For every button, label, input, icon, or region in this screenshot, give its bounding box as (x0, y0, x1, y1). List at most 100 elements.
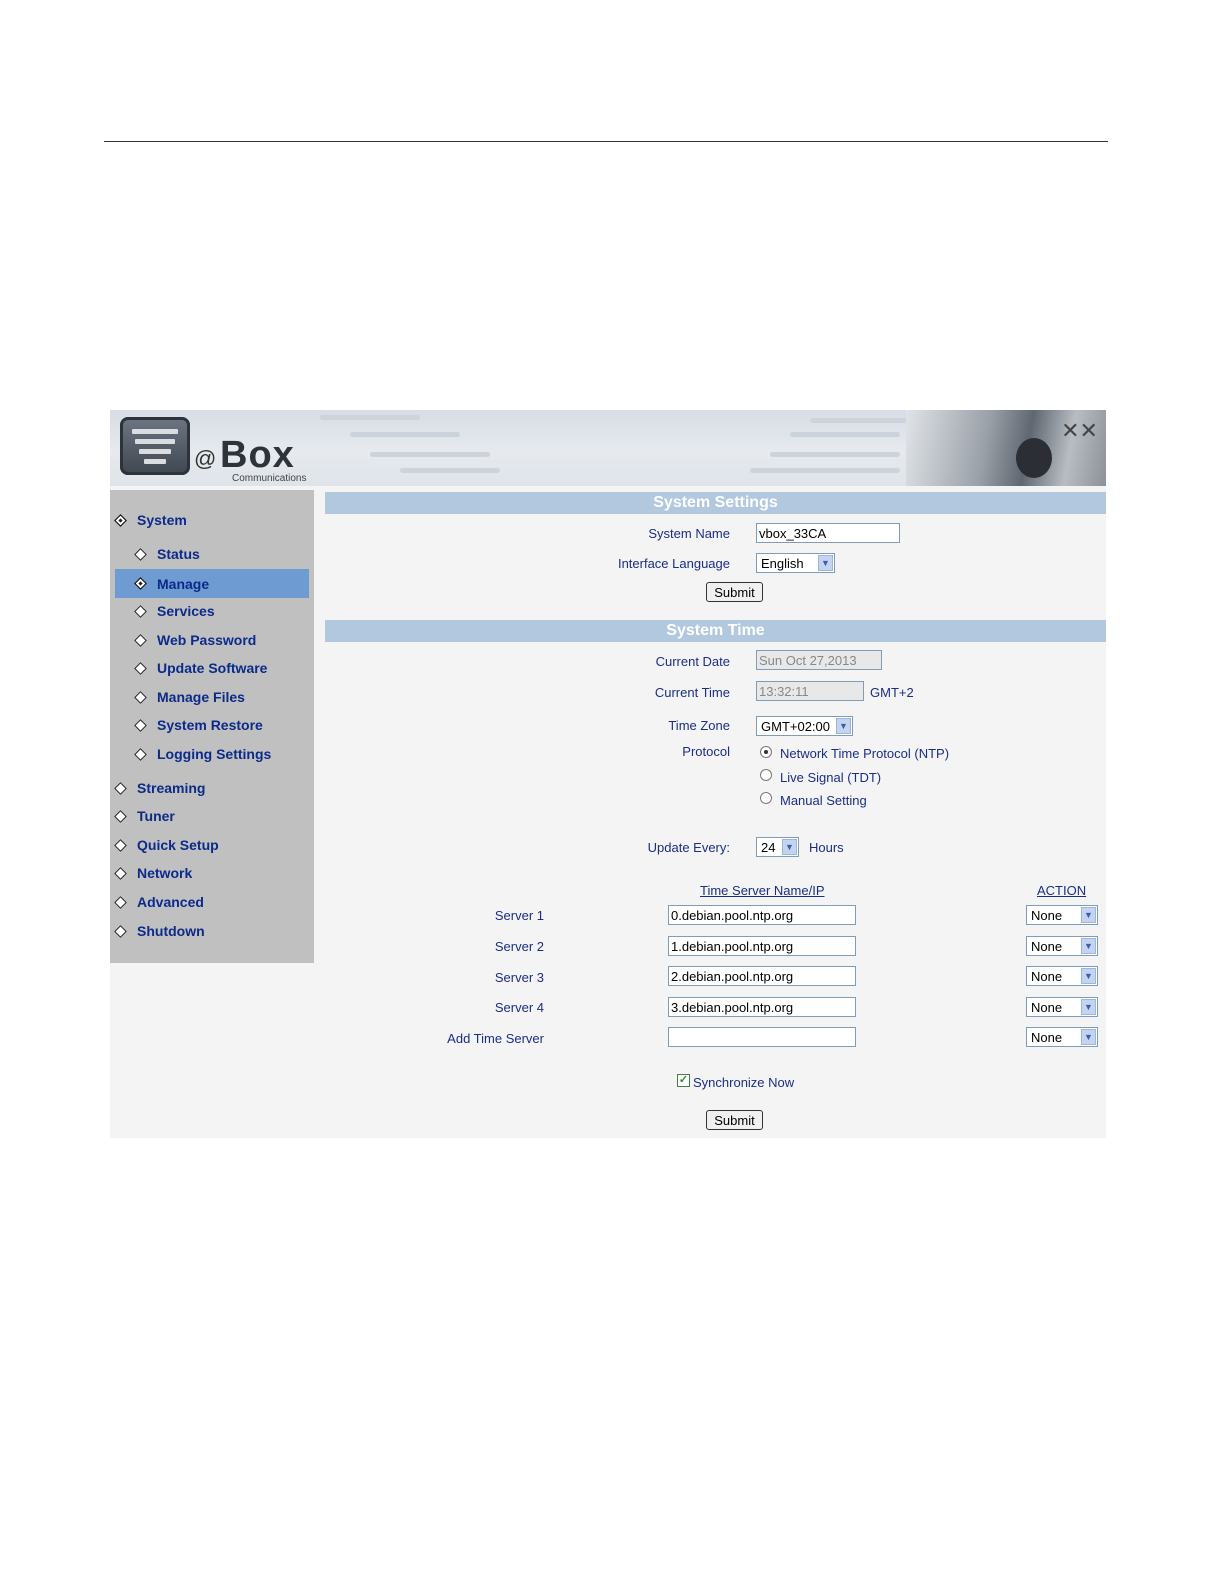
sidebar-item-label: Streaming (137, 780, 206, 796)
sidebar-item-label: Web Password (157, 632, 257, 648)
chevron-down-icon: ▼ (818, 555, 833, 571)
server-1-action-select[interactable]: None ▼ (1026, 905, 1098, 925)
sidebar-item-label: Quick Setup (137, 837, 219, 853)
sidebar-item-quick-setup[interactable]: Quick Setup (114, 837, 219, 853)
synchronize-now-label: Synchronize Now (693, 1075, 795, 1090)
sidebar-item-label: Manage (157, 575, 210, 592)
diamond-filled-icon (134, 577, 147, 590)
chevron-down-icon: ▼ (1081, 907, 1096, 923)
current-date-field (756, 650, 882, 670)
vbox-web-ui: @ Box Communications ✕✕ System Status Ma… (110, 410, 1106, 1138)
sidebar-item-manage-files[interactable]: Manage Files (134, 689, 245, 705)
time-zone-label: Time Zone (668, 718, 730, 733)
current-time-field (756, 681, 864, 701)
sidebar-item-services[interactable]: Services (134, 603, 215, 619)
column-header-action: ACTION (1037, 883, 1087, 898)
server-1-input[interactable] (668, 905, 856, 925)
server-4-label: Server 4 (494, 1000, 544, 1015)
add-server-action-select[interactable]: None ▼ (1026, 1027, 1098, 1047)
interface-language-select[interactable]: English ▼ (756, 553, 835, 573)
diamond-icon (134, 547, 147, 561)
sidebar-item-streaming[interactable]: Streaming (114, 780, 206, 796)
page-top-rule (104, 141, 1108, 142)
select-value: None (1031, 999, 1063, 1015)
protocol-tdt-radio[interactable] (760, 769, 772, 781)
diamond-icon (134, 690, 147, 704)
server-3-input[interactable] (668, 966, 856, 986)
sidebar-item-web-password[interactable]: Web Password (134, 632, 257, 648)
sidebar-item-label: Services (157, 603, 215, 619)
sidebar-item-update-software[interactable]: Update Software (134, 660, 268, 676)
time-zone-select[interactable]: GMT+02:00 ▼ (756, 716, 853, 736)
sidebar-item-label: Shutdown (137, 923, 205, 939)
add-time-server-input[interactable] (668, 1027, 856, 1047)
logo-at: @ (194, 446, 217, 471)
sidebar-item-label: Tuner (137, 808, 175, 824)
header-banner: @ Box Communications ✕✕ (110, 410, 1106, 486)
sidebar-item-manage[interactable]: Manage (115, 569, 309, 598)
sidebar-item-shutdown[interactable]: Shutdown (114, 923, 205, 939)
sidebar-item-label: Advanced (137, 894, 204, 910)
sidebar-item-logging-settings[interactable]: Logging Settings (134, 746, 272, 762)
settings-submit-button[interactable]: Submit (706, 582, 763, 602)
server-3-label: Server 3 (494, 970, 544, 985)
protocol-ntp-radio[interactable] (760, 746, 772, 758)
server-3-action-select[interactable]: None ▼ (1026, 966, 1098, 986)
server-2-input[interactable] (668, 936, 856, 956)
select-value: English (761, 555, 804, 571)
logo-subtitle: Communications (232, 473, 307, 484)
system-name-input[interactable] (756, 523, 900, 543)
server-2-action-select[interactable]: None ▼ (1026, 936, 1098, 956)
chevron-down-icon: ▼ (1081, 1029, 1096, 1045)
protocol-label: Protocol (682, 744, 730, 759)
sidebar-item-advanced[interactable]: Advanced (114, 894, 204, 910)
protocol-ntp-label: Network Time Protocol (NTP) (780, 746, 950, 761)
logo-wordmark: Box (220, 434, 295, 476)
select-value: None (1031, 1029, 1063, 1045)
diamond-icon (114, 781, 127, 795)
diamond-icon (114, 895, 127, 909)
system-settings-header: System Settings (325, 492, 1106, 514)
protocol-manual-radio[interactable] (760, 792, 772, 804)
sidebar-item-network[interactable]: Network (114, 865, 193, 881)
system-time-header: System Time (325, 620, 1106, 642)
sidebar-item-system-restore[interactable]: System Restore (134, 717, 263, 733)
server-1-label: Server 1 (494, 908, 544, 923)
update-every-label: Update Every: (647, 840, 730, 855)
sidebar-item-label: Logging Settings (157, 746, 272, 762)
sidebar-item-label: System Restore (157, 717, 263, 733)
synchronize-now-checkbox[interactable]: ✓ (677, 1074, 690, 1087)
diamond-icon (134, 604, 147, 618)
logo-icon (120, 417, 190, 475)
add-time-server-label: Add Time Server (447, 1031, 544, 1046)
sidebar-item-tuner[interactable]: Tuner (114, 808, 175, 824)
sidebar-item-label: System (137, 512, 187, 528)
chevron-down-icon: ▼ (1081, 938, 1096, 954)
diamond-icon (134, 633, 147, 647)
diamond-icon (114, 809, 127, 823)
diamond-icon (134, 718, 147, 732)
select-value: None (1031, 968, 1063, 984)
select-value: None (1031, 938, 1063, 954)
select-value: GMT+02:00 (761, 718, 831, 734)
column-header-server: Time Server Name/IP (700, 883, 825, 898)
sidebar-nav: System Status Manage Services Web Passwo… (110, 490, 314, 963)
server-4-action-select[interactable]: None ▼ (1026, 997, 1098, 1017)
diamond-icon (114, 924, 127, 938)
time-submit-button[interactable]: Submit (706, 1110, 763, 1130)
sidebar-item-label: Update Software (157, 660, 268, 676)
update-unit-text: Hours (809, 840, 844, 855)
server-4-input[interactable] (668, 997, 856, 1017)
system-name-label: System Name (648, 526, 730, 541)
chevron-down-icon: ▼ (836, 718, 851, 734)
diamond-icon (114, 866, 127, 880)
banner-hand-image: ✕✕ (906, 410, 1106, 486)
select-value: 24 (761, 839, 776, 855)
current-time-label: Current Time (654, 685, 730, 700)
sidebar-item-system[interactable]: System (114, 512, 187, 528)
diamond-filled-icon (114, 513, 127, 527)
sidebar-item-status[interactable]: Status (134, 546, 200, 562)
chevron-down-icon: ▼ (1081, 968, 1096, 984)
update-interval-select[interactable]: 24 ▼ (756, 837, 799, 857)
sidebar-item-label: Network (137, 865, 193, 881)
